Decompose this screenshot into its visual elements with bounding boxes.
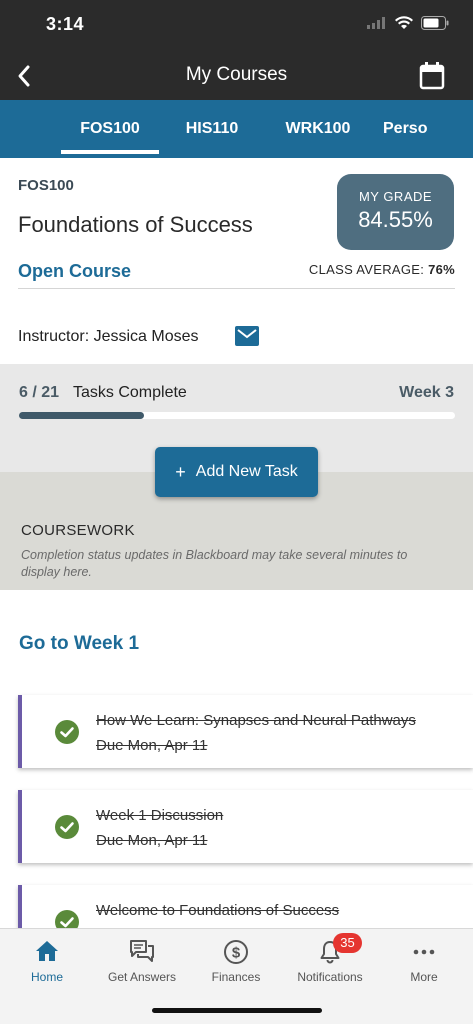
instructor-name: Instructor: Jessica Moses [18, 328, 199, 345]
nav-get-answers[interactable]: Get Answers [95, 929, 189, 999]
task-title: How We Learn: Synapses and Neural Pathwa… [96, 712, 416, 729]
home-icon [36, 941, 58, 961]
calendar-button[interactable] [419, 62, 447, 90]
nav-more[interactable]: More [377, 929, 471, 999]
home-indicator [152, 1008, 322, 1013]
tasks-label: Tasks Complete [73, 384, 187, 401]
app-header: My Courses [0, 52, 473, 100]
course-tabs: FOS100 HIS110 WRK100 Perso [0, 100, 473, 158]
notification-badge: 35 [333, 933, 362, 953]
grade-value: 84.55% [358, 207, 433, 232]
more-icon [413, 949, 435, 955]
class-average-value: 76% [428, 262, 455, 277]
dollar-icon: $ [224, 940, 248, 964]
tab-his110[interactable]: HIS110 [159, 100, 265, 158]
signal-icon [367, 17, 385, 29]
course-name: Foundations of Success [18, 212, 253, 237]
grade-box: MY GRADE 84.55% [337, 174, 454, 250]
calendar-icon [419, 62, 445, 90]
nav-finances[interactable]: $ Finances [189, 929, 283, 999]
check-icon [55, 720, 79, 744]
go-to-week-link[interactable]: Go to Week 1 [19, 633, 139, 655]
status-bar: 3:14 [0, 0, 473, 52]
svg-text:$: $ [232, 945, 241, 962]
task-card[interactable]: Week 1 Discussion Due Mon, Apr 11 [18, 790, 473, 863]
email-instructor-button[interactable] [235, 326, 259, 346]
task-card[interactable]: How We Learn: Synapses and Neural Pathwa… [18, 695, 473, 768]
tab-fos100[interactable]: FOS100 [61, 100, 159, 158]
task-due: Due Mon, Apr 11 [96, 832, 208, 849]
task-title: Week 1 Discussion [96, 807, 224, 824]
open-course-link[interactable]: Open Course [18, 261, 131, 282]
class-average-label: CLASS AVERAGE: [308, 262, 425, 277]
nav-label: Get Answers [107, 970, 177, 984]
wifi-icon [395, 16, 413, 29]
grade-label: MY GRADE [358, 189, 433, 204]
plus-icon: + [175, 461, 186, 482]
coursework-title: COURSEWORK [21, 522, 135, 539]
current-week: Week 3 [399, 384, 454, 401]
divider [18, 288, 455, 289]
task-due: Due Mon, Apr 11 [96, 737, 208, 754]
task-title: Welcome to Foundations of Success [96, 902, 340, 919]
mail-icon [237, 329, 257, 339]
tasks-count: 6 / 21 [19, 384, 60, 401]
tab-wrk100[interactable]: WRK100 [265, 100, 371, 158]
nav-home[interactable]: Home [0, 929, 94, 999]
check-icon [55, 815, 79, 839]
course-code: FOS100 [18, 177, 74, 194]
class-average: CLASS AVERAGE: 76% [309, 262, 455, 277]
status-icons [367, 16, 449, 30]
nav-label: Finances [211, 970, 261, 984]
progress-fill [19, 412, 144, 419]
nav-label: Home [30, 970, 63, 984]
battery-icon [421, 16, 449, 30]
nav-label: Notifications [297, 970, 363, 984]
coursework-note: Completion status updates in Blackboard … [21, 548, 408, 579]
page-title: My Courses [185, 64, 288, 85]
status-time: 3:14 [46, 14, 85, 34]
chat-icon [130, 940, 154, 962]
tab-perso[interactable]: Perso [371, 100, 451, 158]
progress-bar [19, 412, 455, 419]
add-new-task-button[interactable]: + Add New Task [155, 447, 318, 497]
nav-label: More [410, 970, 438, 984]
nav-notifications[interactable]: 35 Notifications [283, 929, 377, 999]
add-task-label: Add New Task [195, 463, 298, 480]
